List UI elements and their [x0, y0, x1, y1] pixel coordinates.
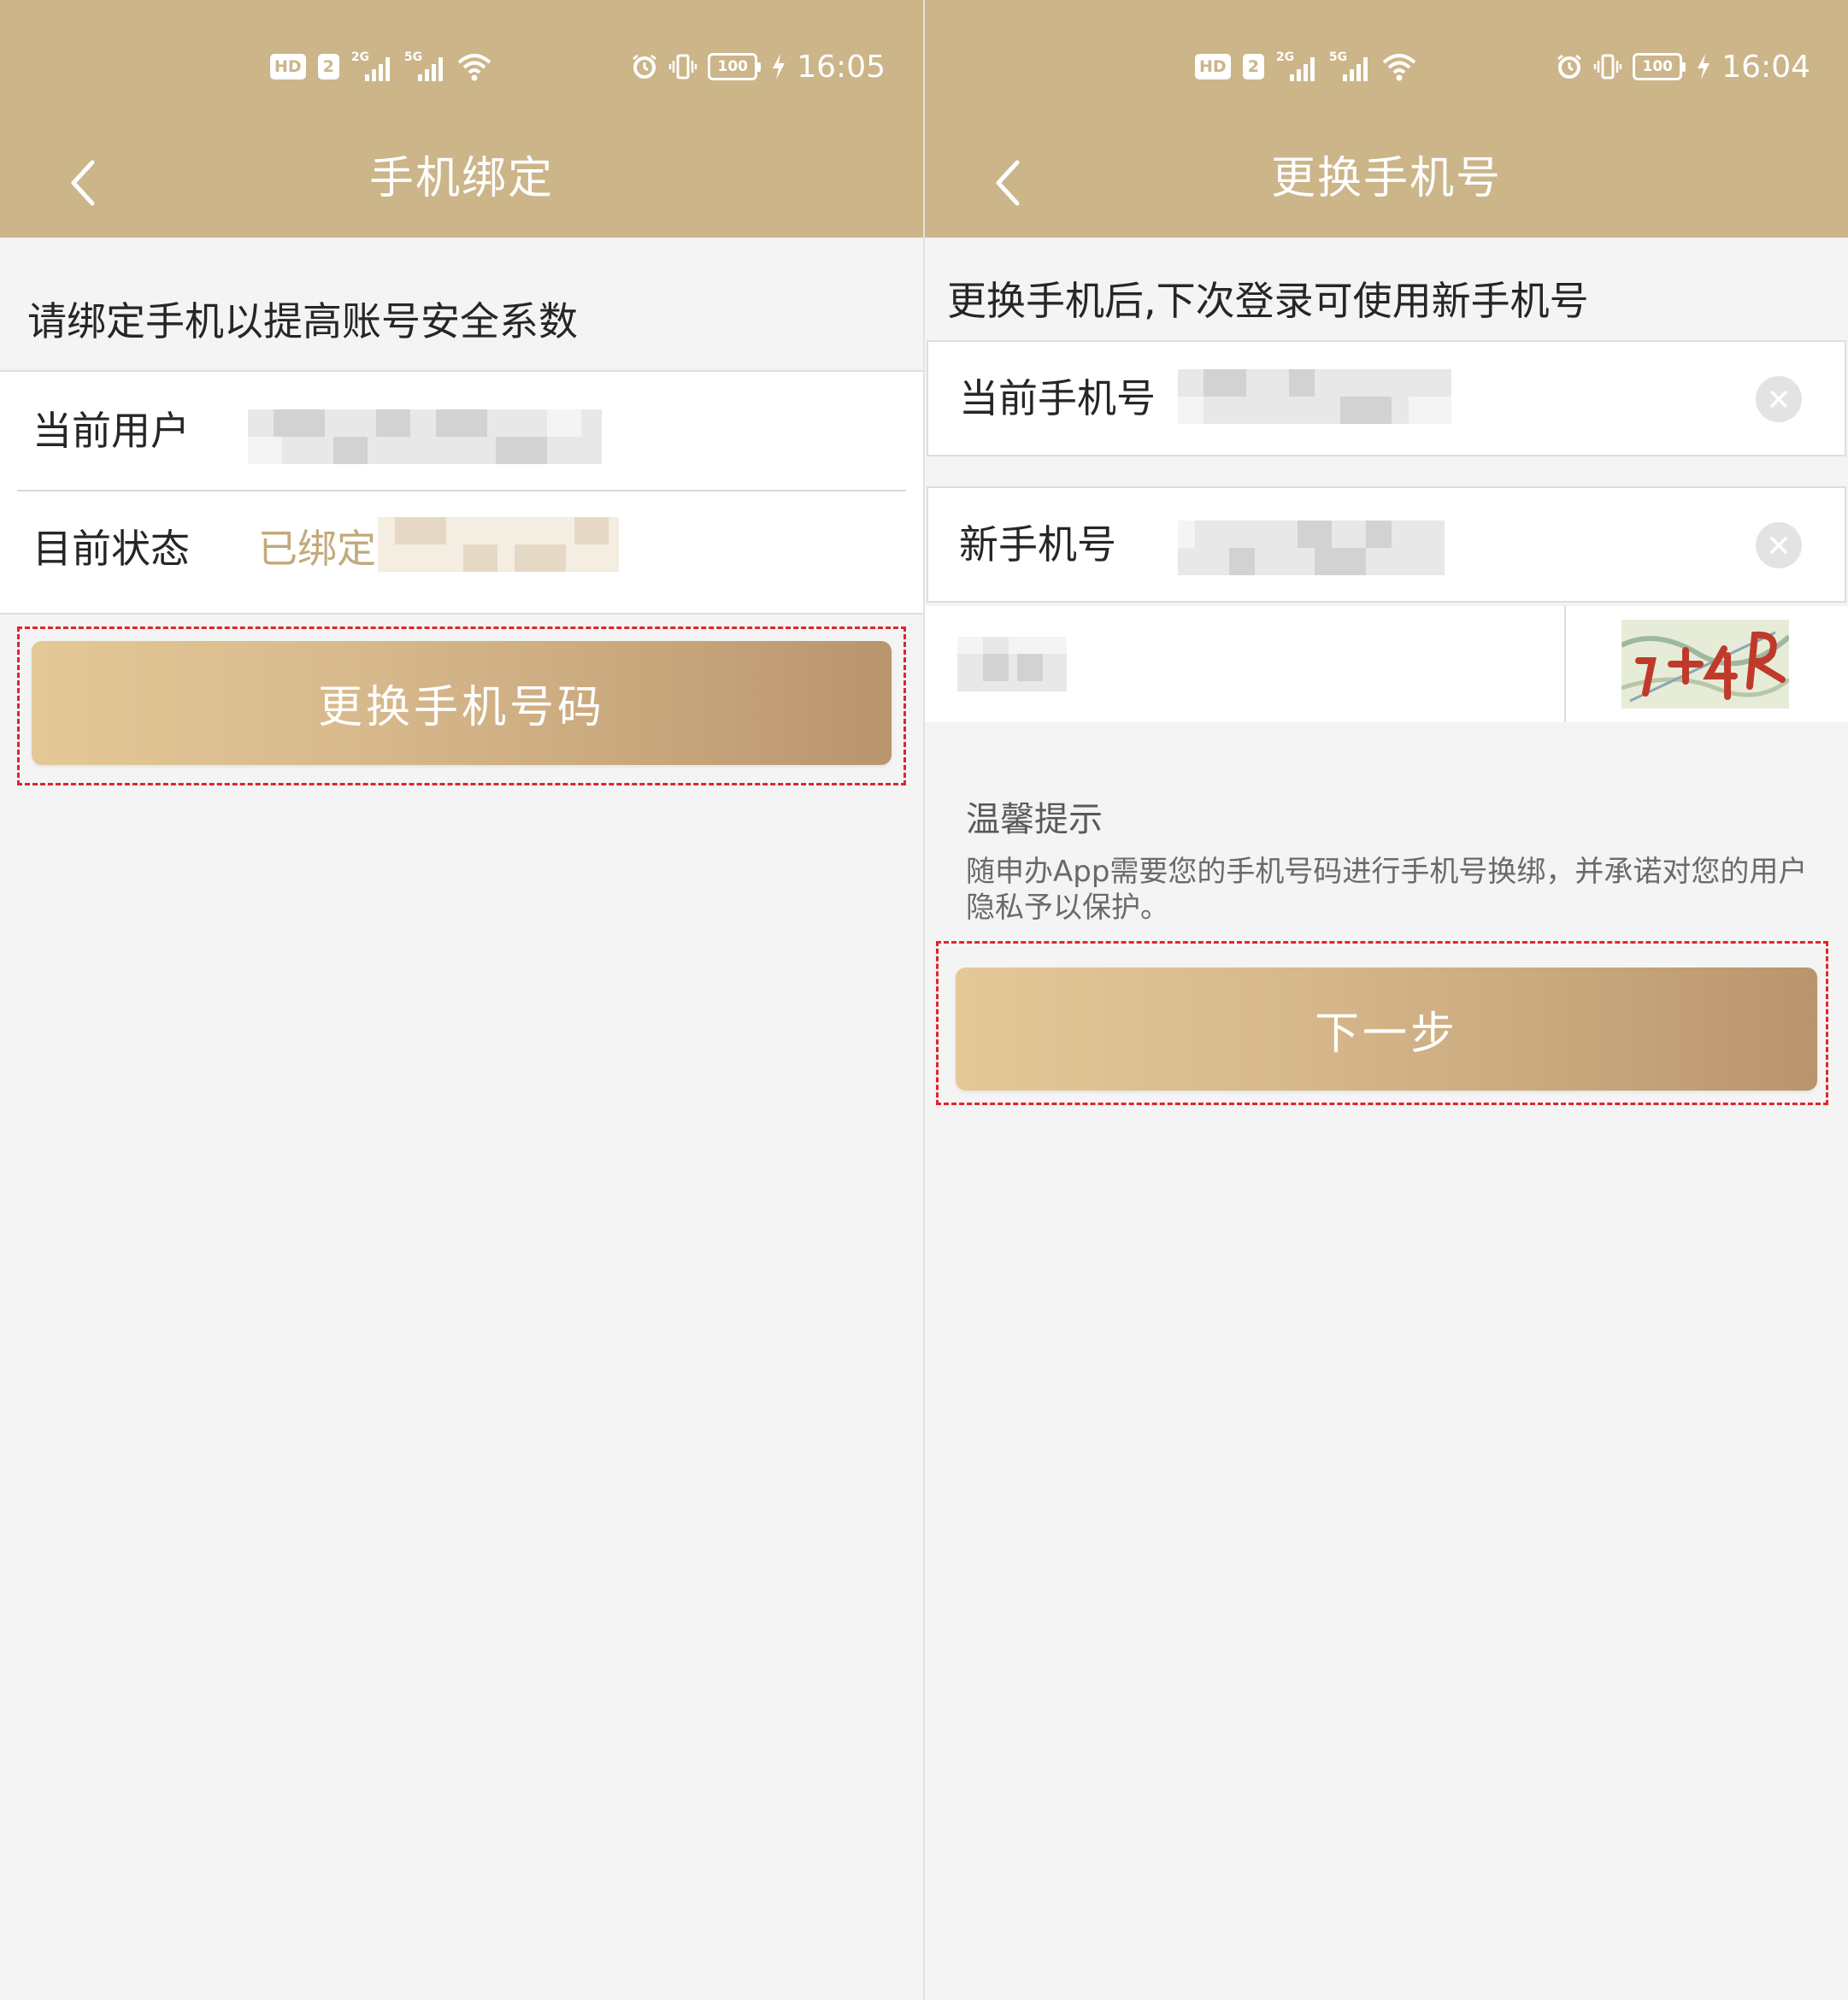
change-phone-hint: 更换手机后,下次登录可使用新手机号: [947, 278, 1589, 324]
wifi-icon: [1382, 54, 1416, 81]
current-user-row: 当前用户: [0, 372, 923, 490]
sim2-badge: 2: [1242, 54, 1264, 79]
status-left: HD 2 2G 5G: [270, 50, 491, 84]
account-info-card: 当前用户 目前状态 已绑定: [0, 370, 923, 615]
back-button[interactable]: [969, 144, 1048, 222]
masked-current-phone: [1178, 369, 1451, 424]
signal-icon-sim2: 5G: [404, 50, 445, 81]
hd-badge: HD: [1195, 54, 1231, 79]
status-bar: HD 2 2G 5G: [0, 0, 923, 128]
screen-phone-binding: HD 2 2G 5G 100 16:05 手机绑定 请绑定手机以提高账号安全系数…: [0, 0, 923, 2000]
binding-status-label: 目前状态: [32, 526, 190, 572]
captcha-image[interactable]: [1621, 620, 1789, 709]
tips-title: 温馨提示: [966, 800, 1103, 839]
page-title: 手机绑定: [368, 153, 554, 204]
sim2-badge: 2: [317, 54, 339, 79]
binding-status-row: 目前状态 已绑定: [0, 490, 923, 608]
new-phone-label: 新手机号: [959, 521, 1116, 568]
chevron-left-icon: [996, 160, 1020, 206]
clear-new-phone-button[interactable]: [1756, 522, 1802, 568]
change-phone-button[interactable]: 更换手机号码: [32, 641, 892, 765]
signal-icon-sim1: 2G: [1276, 50, 1317, 81]
next-step-button[interactable]: 下一步: [956, 968, 1817, 1091]
status-left: HD 2 2G 5G: [1195, 50, 1416, 84]
captcha-row: [925, 606, 1848, 722]
charging-icon: [1698, 54, 1710, 79]
screen-change-phone: HD 2 2G 5G 100 16:04 更换手机号 更换手机后,下次登录可使用…: [925, 0, 1848, 2000]
current-phone-label: 当前手机号: [959, 375, 1156, 421]
binding-status-value: 已绑定: [258, 526, 376, 572]
status-time: 16:04: [1721, 49, 1810, 85]
new-phone-field[interactable]: 新手机号: [927, 486, 1846, 603]
masked-bound-phone: [378, 517, 619, 572]
back-button[interactable]: [44, 144, 123, 222]
vibrate-icon: [1594, 54, 1622, 79]
binding-hint: 请绑定手机以提高账号安全系数: [27, 298, 578, 344]
battery-icon: 100: [1633, 53, 1686, 80]
wifi-icon: [457, 54, 491, 81]
close-icon: [1770, 391, 1787, 408]
status-time: 16:05: [797, 49, 886, 85]
nav-bar: 手机绑定: [0, 128, 923, 238]
alarm-icon: [1557, 54, 1582, 79]
status-right: 100 16:05: [631, 48, 886, 85]
charging-icon: [773, 54, 786, 79]
tips-text: 随申办App需要您的手机号码进行手机号换绑，并承诺对您的用户隐私予以保护。: [966, 855, 1808, 925]
vibrate-icon: [669, 54, 697, 79]
masked-username: [248, 409, 602, 464]
alarm-icon: [633, 54, 657, 79]
captcha-input[interactable]: [957, 637, 1067, 691]
battery-icon: 100: [708, 53, 762, 80]
status-bar: HD 2 2G 5G: [925, 0, 1848, 128]
hd-badge: HD: [270, 54, 306, 79]
signal-icon-sim1: 2G: [351, 50, 392, 81]
captcha-noise-icon: [1621, 620, 1789, 709]
signal-icon-sim2: 5G: [1329, 50, 1370, 81]
close-icon: [1770, 537, 1787, 554]
nav-bar: 更换手机号: [925, 128, 1848, 238]
page-title: 更换手机号: [1270, 153, 1502, 204]
status-right: 100 16:04: [1556, 48, 1810, 85]
chevron-left-icon: [71, 160, 95, 206]
current-user-label: 当前用户: [32, 408, 190, 454]
clear-current-phone-button[interactable]: [1756, 376, 1802, 422]
captcha-divider: [1564, 606, 1566, 722]
masked-new-phone: [1178, 521, 1445, 575]
current-phone-field[interactable]: 当前手机号: [927, 340, 1846, 456]
